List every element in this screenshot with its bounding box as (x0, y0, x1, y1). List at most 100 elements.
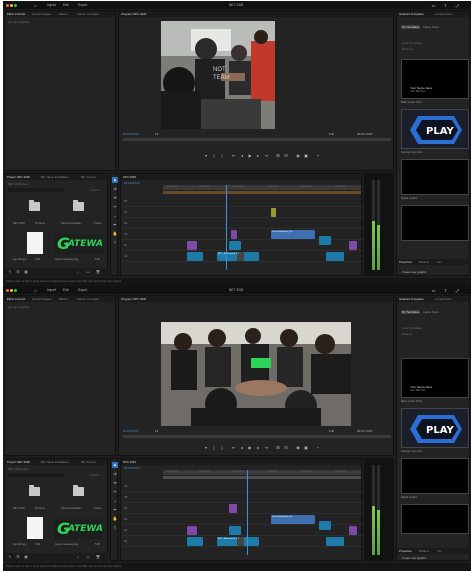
template-thumb-extra[interactable] (401, 205, 469, 241)
go-to-out-icon[interactable]: ⇥ (263, 445, 269, 451)
track-select-icon[interactable]: ⇉ (112, 186, 118, 192)
home-icon[interactable]: ⌂ (33, 3, 38, 8)
workspace-icon[interactable]: ▭ (431, 3, 436, 8)
tab-lumetri-color[interactable]: Lumetri Color (435, 297, 452, 301)
home-icon[interactable]: ⌂ (33, 288, 38, 293)
nav-edit[interactable]: Edit (63, 288, 69, 292)
mark-in-icon[interactable]: { (211, 445, 217, 451)
pen-tool-icon[interactable]: ✒ (112, 222, 118, 228)
search-icon[interactable]: ⌕ (75, 554, 81, 560)
pencil-icon[interactable]: ✎ (7, 269, 13, 275)
tab-my-templates[interactable]: My Templates (401, 25, 421, 29)
selection-tool-icon[interactable]: ▲ (112, 462, 118, 468)
type-tool-icon[interactable]: T (112, 525, 118, 531)
tab-project[interactable]: Project: NET 2026 (7, 175, 30, 179)
close-window-button[interactable] (6, 3, 9, 7)
play-icon[interactable]: ▶ (247, 445, 253, 451)
create-new-graphic-button[interactable]: Create new graphic (402, 270, 426, 274)
tab-effect-controls[interactable]: Effect Controls (7, 12, 25, 16)
clip[interactable] (349, 241, 357, 250)
fit-dropdown[interactable]: Fit (155, 429, 158, 433)
template-thumb-gaming-logo[interactable]: PLAY (401, 109, 469, 149)
mark-in-icon[interactable]: { (211, 153, 217, 159)
program-timecode[interactable]: 00:00:04:03 (123, 132, 139, 136)
tab-bin-imports[interactable]: Bin: Imports (81, 175, 96, 179)
go-to-in-icon[interactable]: ⇤ (231, 445, 237, 451)
quick-export-icon[interactable]: ⇪ (443, 288, 448, 293)
fit-dropdown[interactable]: Fit (155, 132, 158, 136)
tab-info[interactable]: Info (437, 549, 442, 553)
program-scrubber[interactable] (123, 138, 391, 141)
type-tool-icon[interactable]: T (112, 240, 118, 246)
quality-dropdown[interactable]: Full (329, 132, 334, 136)
project-search-input[interactable] (8, 473, 64, 477)
tab-timeline-sequence[interactable]: NPC 2026 (123, 460, 136, 464)
nav-import[interactable]: Import (47, 3, 56, 7)
clip[interactable] (319, 521, 331, 530)
clip[interactable] (229, 526, 241, 535)
tab-bin-name-pendidikan[interactable]: Bin: Name Pendidikan (41, 460, 69, 464)
clip[interactable] (229, 241, 241, 250)
insert-icon[interactable]: ⊞ (275, 445, 281, 451)
new-bin-icon[interactable]: ▭ (85, 554, 91, 560)
quality-dropdown[interactable]: Full (329, 429, 334, 433)
play-icon[interactable]: ▶ (247, 153, 253, 159)
template-thumb-digital-credits[interactable] (401, 458, 469, 494)
nav-export[interactable]: Export (78, 288, 87, 292)
zoom-window-button[interactable] (14, 288, 17, 292)
tab-program[interactable]: Program: NPC 2026 (121, 12, 146, 16)
selection-tool-icon[interactable]: ▲ (112, 177, 118, 183)
tab-source[interactable]: Source: (no clips) (77, 12, 99, 16)
insert-icon[interactable]: ⊞ (275, 153, 281, 159)
icon-view-icon[interactable]: ▦ (23, 269, 29, 275)
step-back-icon[interactable]: ◂ (239, 153, 245, 159)
tab-timeline-sequence[interactable]: NPC 2026 (123, 175, 136, 179)
tab-lumetri-color[interactable]: Lumetri Color (435, 12, 452, 16)
zoom-window-button[interactable] (14, 3, 17, 7)
libraries-section[interactable]: Libraries (402, 47, 413, 51)
trash-icon[interactable]: 🗑 (95, 269, 101, 275)
tab-properties[interactable]: Properties (399, 549, 412, 553)
template-thumb-basic-lower-third[interactable]: Your Name Here Your Title Here (401, 358, 469, 398)
tab-source[interactable]: Source: (no clips) (77, 297, 99, 301)
tab-markers[interactable]: Markers (419, 260, 429, 264)
clip[interactable] (187, 252, 203, 261)
nav-export[interactable]: Export (78, 3, 87, 7)
hand-tool-icon[interactable]: ✋ (112, 516, 118, 522)
workspace-icon[interactable]: ▭ (431, 288, 436, 293)
razor-tool-icon[interactable]: ✂ (112, 204, 118, 210)
clip[interactable] (187, 241, 197, 250)
go-to-out-icon[interactable]: ⇥ (263, 153, 269, 159)
playhead[interactable] (247, 470, 248, 555)
playhead[interactable] (226, 185, 227, 270)
program-scrubber[interactable] (123, 435, 391, 438)
clip-title[interactable]: Green Marketing_Vo... (271, 515, 315, 524)
tab-adobe-stock[interactable]: Adobe Stock (423, 25, 439, 29)
clip[interactable] (271, 208, 276, 217)
add-marker-icon[interactable]: ▾ (203, 445, 209, 451)
fullscreen-icon[interactable]: ⤢ (455, 3, 460, 8)
clip[interactable] (326, 537, 344, 546)
add-marker-icon[interactable]: ▾ (203, 153, 209, 159)
bin-folder-name-pendidikan[interactable] (67, 483, 89, 505)
minimize-window-button[interactable] (10, 3, 13, 7)
bin-folder-name-pendidikan[interactable] (67, 198, 89, 220)
tab-effects[interactable]: Effects (59, 12, 68, 16)
tab-project[interactable]: Project: NET 2026 (7, 460, 30, 464)
step-back-icon[interactable]: ◂ (239, 445, 245, 451)
clip[interactable]: 2 (237, 537, 244, 546)
clip[interactable]: 2 (237, 252, 244, 261)
track-select-icon[interactable]: ⇉ (112, 471, 118, 477)
close-window-button[interactable] (6, 288, 9, 292)
compare-icon[interactable]: ▣ (303, 445, 309, 451)
template-thumb-digital-credits[interactable] (401, 159, 469, 195)
hand-tool-icon[interactable]: ✋ (112, 231, 118, 237)
clip[interactable] (187, 537, 203, 546)
tab-properties[interactable]: Properties (399, 260, 412, 264)
new-bin-icon[interactable]: ▭ (85, 269, 91, 275)
timeline-ruler[interactable]: 00:00:00:00 00:00:15:00 00:00:30:00 00:0… (163, 470, 361, 475)
tab-bin-name-pendidikan[interactable]: Bin: Name Pendidikan (41, 175, 69, 179)
tab-effect-controls[interactable]: Effect Controls (7, 297, 25, 301)
go-to-in-icon[interactable]: ⇤ (231, 153, 237, 159)
export-frame-icon[interactable]: ◉ (295, 153, 301, 159)
